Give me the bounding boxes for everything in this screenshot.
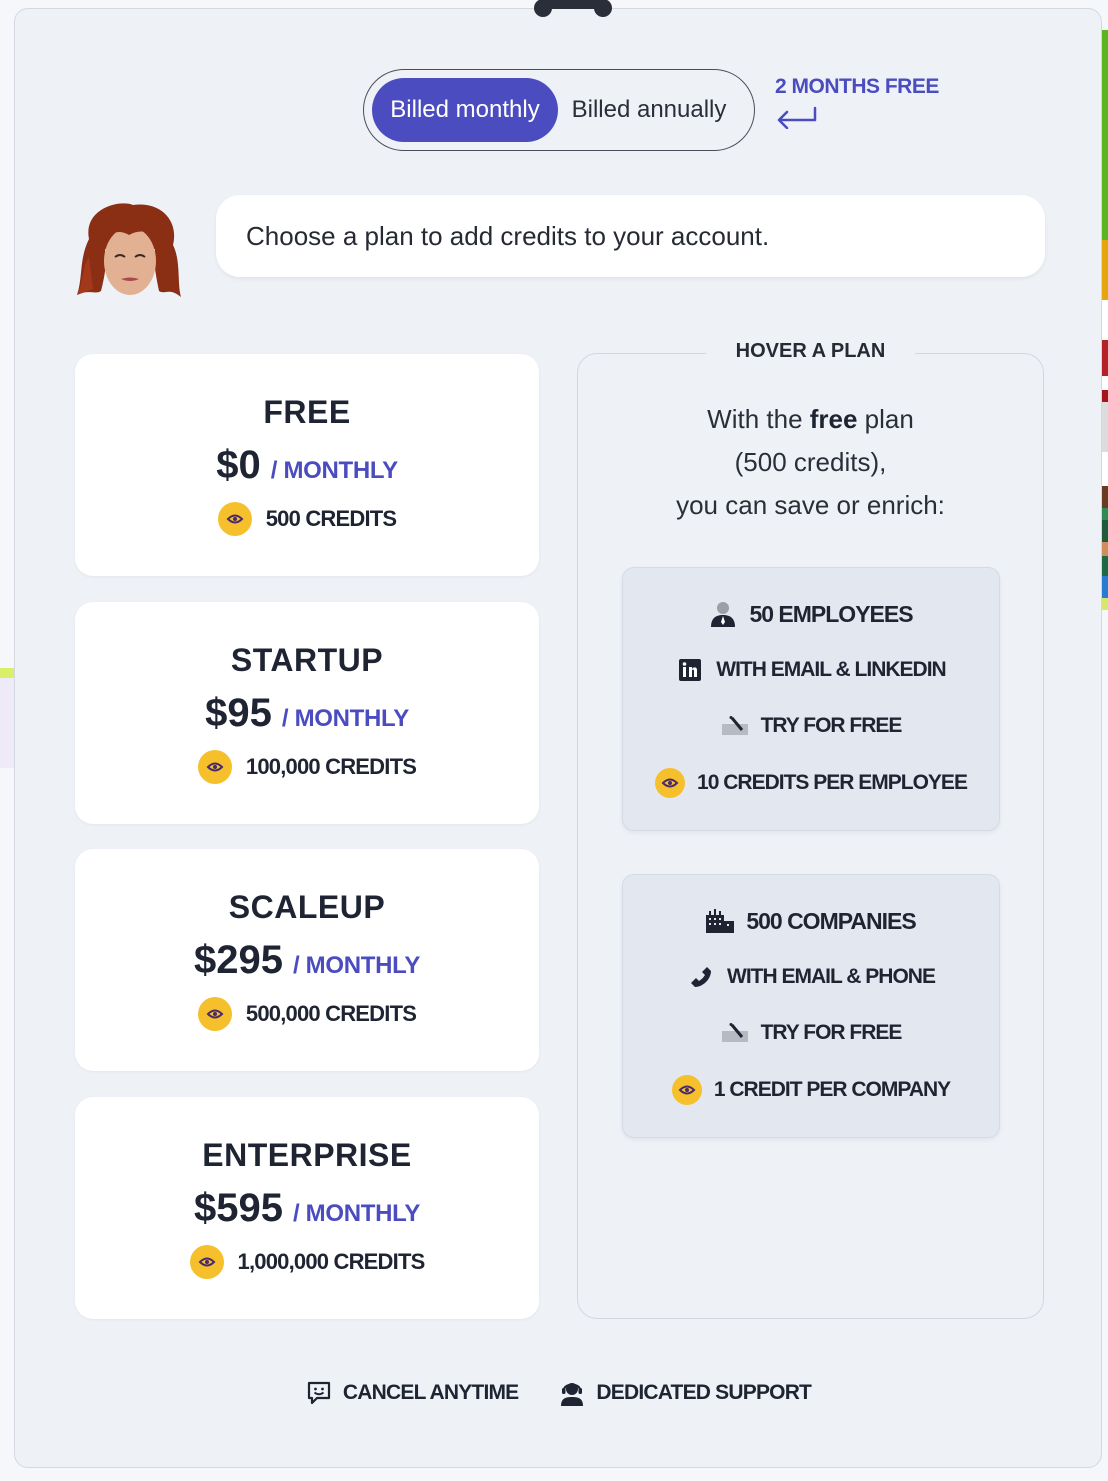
chat-smile-icon — [305, 1379, 333, 1407]
billed-monthly-option[interactable]: Billed monthly — [372, 78, 558, 142]
desc-prefix: With the — [707, 404, 810, 434]
employees-feature-box: 50 EMPLOYEES WITH EMAIL & LINKEDIN TRY F… — [622, 567, 1000, 831]
coin-icon — [197, 750, 232, 784]
feature-row: TRY FOR FREE — [721, 1019, 902, 1047]
plan-credits: 500,000 CREDITS — [245, 1001, 417, 1026]
plan-name: SCALEUP — [228, 889, 386, 925]
footer-text: DEDICATED SUPPORT — [596, 1381, 812, 1404]
coin-icon — [197, 997, 232, 1031]
feature-text: 500 COMPANIES — [746, 907, 916, 934]
phone-icon — [687, 963, 715, 991]
plan-name: ENTERPRISE — [202, 1137, 412, 1173]
plan-credits: 100,000 CREDITS — [245, 754, 417, 779]
plan-credits: 500 CREDITS — [265, 506, 397, 531]
background-strip — [0, 678, 14, 768]
headset-support-icon — [558, 1379, 586, 1407]
person-icon — [709, 600, 737, 628]
footer-benefits: CANCEL ANYTIME DEDICATED SUPPORT — [15, 1379, 1101, 1407]
desc-action: you can save or enrich: — [676, 490, 945, 520]
billing-toggle[interactable]: Billed monthly Billed annually — [363, 69, 755, 151]
plan-credits: 1,000,000 CREDITS — [237, 1249, 426, 1274]
check-pen-icon — [721, 1019, 749, 1047]
coin-icon — [217, 502, 252, 536]
background-strip — [0, 668, 14, 678]
plan-period: / MONTHLY — [270, 457, 398, 484]
coin-icon — [189, 1245, 224, 1279]
plan-period: / MONTHLY — [281, 705, 409, 732]
linkedin-icon — [676, 656, 704, 684]
billed-annually-option[interactable]: Billed annually — [558, 78, 740, 142]
plan-period: / MONTHLY — [292, 952, 421, 979]
drag-handle-icon[interactable] — [531, 0, 615, 21]
plan-details-panel: HOVER A PLAN With the free plan (500 cre… — [577, 340, 1044, 1319]
pricing-modal: Billed monthly Billed annually 2 MONTHS … — [14, 0, 1102, 1468]
return-arrow-icon — [777, 106, 817, 129]
plan-card-free[interactable]: FREE $0 / MONTHLY 500 CREDITS — [75, 354, 539, 576]
plan-price: $0 — [216, 443, 261, 487]
promo-annual: 2 MONTHS FREE — [775, 75, 939, 129]
panel-description: With the free plan (500 credits), you ca… — [578, 398, 1043, 527]
plan-period: / MONTHLY — [292, 1200, 421, 1227]
feature-row: 50 EMPLOYEES — [709, 600, 914, 628]
plan-card-enterprise[interactable]: ENTERPRISE $595 / MONTHLY 1,000,000 CRED… — [75, 1097, 539, 1319]
coin-icon — [655, 768, 686, 798]
feature-row: WITH EMAIL & PHONE — [687, 963, 936, 991]
panel-title: HOVER A PLAN — [705, 340, 916, 362]
feature-row: 500 COMPANIES — [706, 907, 917, 935]
plan-card-scaleup[interactable]: SCALEUP $295 / MONTHLY 500,000 CREDITS — [75, 849, 539, 1071]
feature-text: WITH EMAIL & LINKEDIN — [716, 658, 946, 681]
assistant-avatar — [77, 203, 181, 297]
plan-name: STARTUP — [230, 642, 384, 678]
cancel-anytime: CANCEL ANYTIME — [305, 1379, 519, 1407]
buildings-icon — [706, 907, 735, 935]
plan-price: $295 — [193, 938, 283, 982]
desc-suffix: plan — [857, 404, 914, 434]
coin-icon — [671, 1075, 702, 1105]
companies-feature-box: 500 COMPANIES WITH EMAIL & PHONE TRY FOR… — [622, 874, 1000, 1138]
feature-text: 1 CREDIT PER COMPANY — [713, 1078, 951, 1101]
feature-text: 50 EMPLOYEES — [749, 600, 913, 627]
feature-row: WITH EMAIL & LINKEDIN — [676, 656, 947, 684]
feature-text: TRY FOR FREE — [760, 714, 903, 737]
desc-plan-name: free — [809, 404, 858, 434]
desc-credits: (500 credits), — [734, 447, 887, 477]
check-pen-icon — [721, 712, 749, 740]
dedicated-support: DEDICATED SUPPORT — [558, 1379, 812, 1407]
feature-text: 10 CREDITS PER EMPLOYEE — [697, 771, 968, 794]
feature-row: 1 CREDIT PER COMPANY — [671, 1075, 951, 1105]
promo-label: 2 MONTHS FREE — [775, 75, 939, 98]
background-color-strip — [1102, 30, 1108, 670]
plan-price: $95 — [205, 691, 272, 735]
feature-text: WITH EMAIL & PHONE — [727, 965, 936, 988]
feature-row: 10 CREDITS PER EMPLOYEE — [655, 768, 968, 798]
feature-row: TRY FOR FREE — [721, 712, 902, 740]
footer-text: CANCEL ANYTIME — [342, 1381, 519, 1404]
assistant-message: Choose a plan to add credits to your acc… — [216, 195, 1045, 277]
feature-text: TRY FOR FREE — [760, 1021, 903, 1044]
plan-name: FREE — [263, 394, 351, 430]
plan-card-startup[interactable]: STARTUP $95 / MONTHLY 100,000 CREDITS — [75, 602, 539, 824]
plan-price: $595 — [193, 1186, 283, 1230]
